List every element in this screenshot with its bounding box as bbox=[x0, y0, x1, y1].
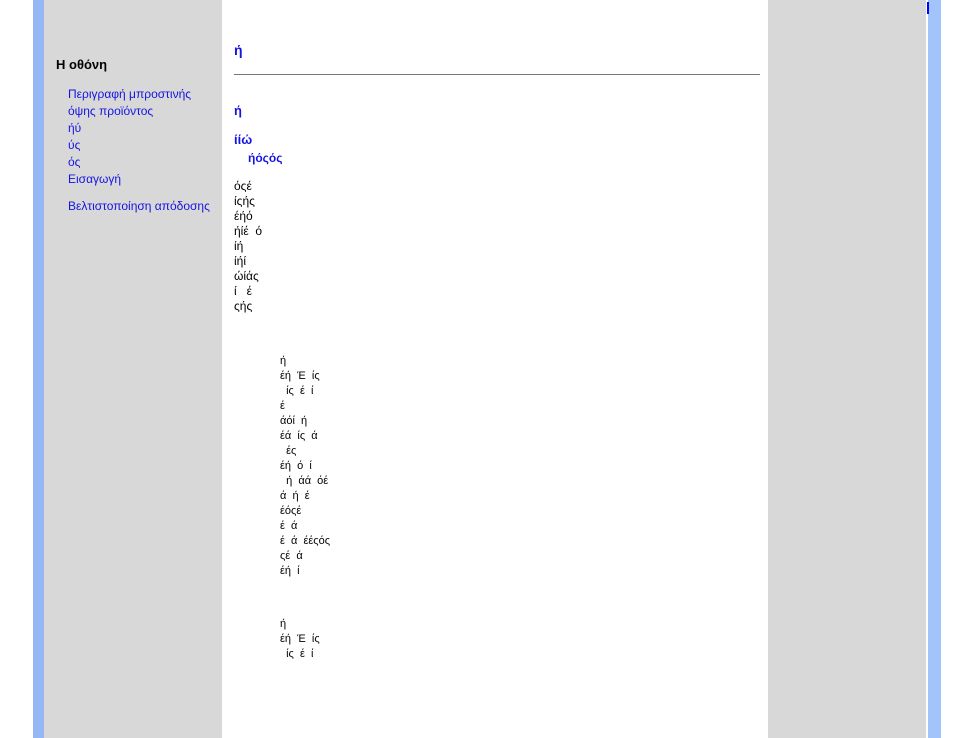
page-title: ή bbox=[234, 42, 760, 58]
right-gutter bbox=[768, 0, 926, 738]
heading-sub2: ίίώ bbox=[234, 132, 760, 147]
text-line: ή bbox=[280, 354, 760, 369]
text-line: έ ά bbox=[280, 519, 760, 534]
heading-sub3: ήόςός bbox=[234, 151, 760, 165]
text-line: έή ό ί bbox=[280, 459, 760, 474]
right-accent-bar bbox=[928, 0, 941, 738]
text-line: ήίέ ό bbox=[234, 224, 760, 239]
text-line: ίς έ ί bbox=[280, 647, 760, 662]
sidebar-link-a2[interactable]: ύς bbox=[56, 137, 214, 154]
text-line: ώίάς bbox=[234, 269, 760, 284]
text-line: έή Έ ίς bbox=[280, 369, 760, 384]
sidebar-title: Η οθόνη bbox=[56, 57, 214, 72]
text-line: έή ί bbox=[280, 564, 760, 579]
text-line: έή Έ ίς bbox=[280, 632, 760, 647]
document-page: Η οθόνη Περιγραφή μπροστινής όψης προϊόν… bbox=[0, 0, 954, 738]
text-line: ίς έ ί bbox=[280, 384, 760, 399]
sidebar-links: Περιγραφή μπροστινής όψης προϊόντος ήύ ύ… bbox=[56, 86, 214, 215]
text-line: ίή bbox=[234, 239, 760, 254]
paragraph-block-3: ή έή Έ ίς ίς έ ί bbox=[234, 617, 760, 662]
text-line: άόί ή bbox=[280, 414, 760, 429]
left-accent-bar bbox=[33, 0, 44, 738]
paragraph-block-2: ή έή Έ ίς ίς έ ί έ άόί ή έά ίς ά ές έή ό… bbox=[234, 354, 760, 579]
text-line: έ ά έέςός bbox=[280, 534, 760, 549]
text-line: έήό bbox=[234, 209, 760, 224]
divider bbox=[234, 74, 760, 75]
sidebar-link-intro[interactable]: Εισαγωγή bbox=[56, 171, 214, 188]
text-line: ά ή έ bbox=[280, 489, 760, 504]
text-line: ή άά όέ bbox=[280, 474, 760, 489]
text-line: όςέ bbox=[234, 179, 760, 194]
paragraph-block-1: όςέ ίςής έήό ήίέ ό ίή ίήί ώίάς ί έ ςής bbox=[234, 179, 760, 314]
sidebar-link-optimize[interactable]: Βελτιστοποίηση απόδοσης bbox=[56, 198, 214, 215]
text-line: ή bbox=[280, 617, 760, 632]
text-line: ί έ bbox=[234, 284, 760, 299]
sidebar-link-a3[interactable]: ός bbox=[56, 154, 214, 171]
sidebar-spacer bbox=[56, 188, 214, 198]
text-line: ές bbox=[280, 444, 760, 459]
text-line: έόςέ bbox=[280, 504, 760, 519]
text-line: ίήί bbox=[234, 254, 760, 269]
sidebar: Η οθόνη Περιγραφή μπροστινής όψης προϊόν… bbox=[44, 0, 222, 738]
text-line: ςέ ά bbox=[280, 549, 760, 564]
text-line: ίςής bbox=[234, 194, 760, 209]
sidebar-link-a1[interactable]: ήύ bbox=[56, 120, 214, 137]
main-content: ή ή ίίώ ήόςός όςέ ίςής έήό ήίέ ό ίή ίήί … bbox=[222, 0, 768, 738]
text-line: έ bbox=[280, 399, 760, 414]
heading-sub1: ή bbox=[234, 103, 760, 118]
text-line: έά ίς ά bbox=[280, 429, 760, 444]
text-line: ςής bbox=[234, 299, 760, 314]
sidebar-link-front-view[interactable]: Περιγραφή μπροστινής όψης προϊόντος bbox=[56, 86, 214, 120]
